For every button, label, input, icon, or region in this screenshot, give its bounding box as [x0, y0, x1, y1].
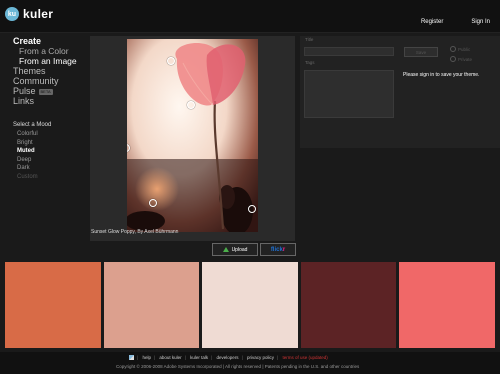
- private-radio[interactable]: Private: [450, 56, 472, 62]
- poppy-image: [127, 39, 258, 232]
- footer-link-about[interactable]: about kuler: [159, 355, 181, 360]
- theme-swatches: [5, 262, 495, 348]
- nav-from-an-image[interactable]: From an Image: [13, 56, 93, 66]
- nav-links[interactable]: Links: [13, 96, 93, 106]
- mood-custom: Custom: [17, 173, 38, 180]
- flickr-button[interactable]: flick r: [260, 243, 296, 256]
- copyright-text: Copyright © 2006-2008 Adobe Systems Inco…: [116, 364, 360, 369]
- mood-deep[interactable]: Deep: [17, 156, 93, 165]
- tags-input[interactable]: [304, 70, 394, 118]
- nav-create[interactable]: Create: [13, 36, 93, 46]
- top-bar: ku kuler Register Sign In: [0, 0, 500, 33]
- image-panel: [90, 36, 295, 241]
- left-navigation: Create From a Color From an Image Themes…: [13, 36, 93, 181]
- footer: | help | about kuler | kuler talk | develop…: [0, 352, 500, 374]
- footer-link-terms[interactable]: terms of use (updated): [282, 355, 327, 360]
- color-picker-marker-2[interactable]: [187, 101, 195, 109]
- sign-in-link[interactable]: Sign In: [471, 19, 490, 25]
- public-radio[interactable]: Public: [450, 46, 470, 52]
- nav-community[interactable]: Community: [13, 76, 93, 86]
- account-links: Register Sign In: [421, 19, 490, 25]
- public-label: Public: [458, 46, 471, 52]
- nav-pulse[interactable]: Pulse BETA: [13, 86, 93, 96]
- title-input[interactable]: [304, 47, 394, 56]
- color-picker-marker-4[interactable]: [149, 199, 157, 207]
- save-button[interactable]: Save: [404, 47, 438, 57]
- nav-from-a-color[interactable]: From a Color: [13, 46, 93, 56]
- kuler-logo[interactable]: ku kuler: [5, 7, 53, 21]
- register-link[interactable]: Register: [421, 19, 443, 25]
- mood-colorful[interactable]: Colorful: [17, 130, 93, 139]
- tags-label: Tags: [305, 60, 315, 65]
- color-swatch-2[interactable]: [103, 262, 200, 348]
- nav-themes[interactable]: Themes: [13, 66, 93, 76]
- mood-dark[interactable]: Dark: [17, 164, 93, 173]
- mood-bright[interactable]: Bright: [17, 139, 93, 148]
- kuler-logo-text: kuler: [23, 7, 54, 21]
- beta-badge: BETA: [38, 88, 53, 95]
- upload-arrow-icon: [222, 247, 229, 252]
- upload-button[interactable]: Upload: [212, 243, 258, 256]
- poppy-photo: [127, 39, 258, 232]
- nav-pulse-label: Pulse: [13, 86, 36, 96]
- color-swatch-3[interactable]: [202, 262, 298, 348]
- kuler-logo-icon: ku: [5, 7, 19, 21]
- flickr-logo-b: r: [282, 246, 286, 253]
- save-theme-panel: Title Save Public Private Tags Please si…: [300, 36, 500, 148]
- mood-list: Colorful Bright Muted Deep Dark Custom: [13, 130, 93, 181]
- color-picker-marker-5[interactable]: [248, 205, 256, 213]
- mood-heading: Select a Mood: [13, 122, 52, 128]
- footer-link-kuler-talk[interactable]: kuler talk: [190, 355, 208, 360]
- private-radio-icon: [450, 56, 456, 62]
- footer-link-help[interactable]: help: [142, 355, 151, 360]
- private-label: Private: [458, 56, 473, 62]
- footer-link-developers[interactable]: developers: [217, 355, 239, 360]
- footer-link-privacy[interactable]: privacy policy: [247, 355, 274, 360]
- mood-muted[interactable]: Muted: [17, 147, 93, 156]
- flickr-logo-a: flick: [270, 246, 283, 253]
- footer-links: | help | about kuler | kuler talk | develop…: [129, 355, 328, 361]
- sign-in-message: Please sign in to save your theme.: [403, 72, 480, 78]
- color-swatch-1[interactable]: [5, 262, 101, 348]
- color-swatch-5[interactable]: [399, 262, 495, 348]
- public-radio-icon: [450, 46, 456, 52]
- image-caption: Sunset Glow Poppy, By Axel Bührmann: [91, 229, 179, 235]
- upload-button-label: Upload: [231, 246, 248, 253]
- color-picker-marker-1[interactable]: [167, 57, 175, 65]
- title-label: Title: [305, 37, 314, 42]
- color-swatch-4[interactable]: [300, 262, 397, 348]
